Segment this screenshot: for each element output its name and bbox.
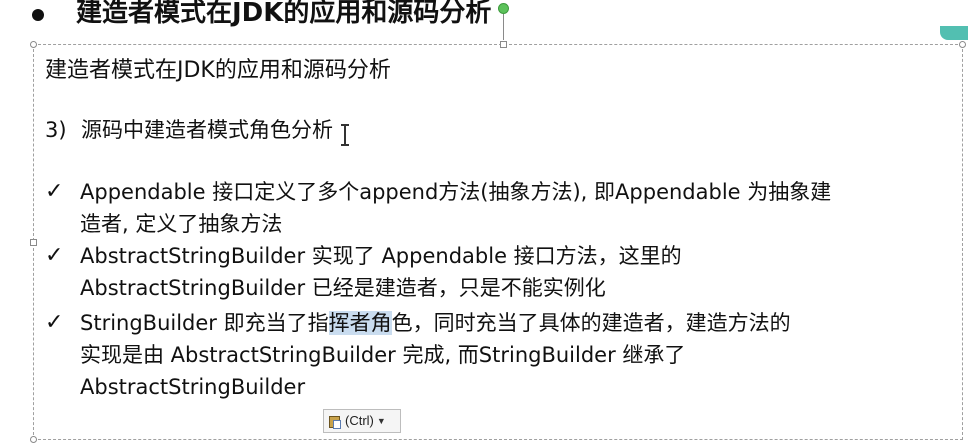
resize-handle-top-right[interactable] [959, 41, 966, 48]
list-item-line: StringBuilder 即充当了指挥者角色，同时充当了具体的建造者，建造方法… [80, 307, 960, 339]
slide-heading: 建造者模式在JDK的应用和源码分析 [0, 0, 968, 36]
text-run: 色，同时充当了具体的建造者，建造方法的 [391, 311, 791, 335]
rotate-handle[interactable] [498, 3, 509, 14]
text-cursor-icon [341, 124, 349, 146]
section-number: 3) [45, 118, 67, 142]
textbox-title[interactable]: 建造者模式在JDK的应用和源码分析 [45, 56, 391, 86]
list-item-line: 造者, 定义了抽象方法 [80, 212, 283, 236]
list-item-line: AbstractStringBuilder 已经是建造者，只是不能实例化 [80, 276, 606, 300]
slide-title[interactable]: 建造者模式在JDK的应用和源码分析 [76, 0, 491, 32]
list-item[interactable]: ✓ StringBuilder 即充当了指挥者角色，同时充当了具体的建造者，建造… [45, 307, 960, 403]
list-item-line: 实现是由 AbstractStringBuilder 完成, 而StringBu… [80, 343, 686, 367]
list-item[interactable]: ✓ AbstractStringBuilder 实现了 Appendable 接… [45, 240, 960, 304]
list-item-line: AbstractStringBuilder 实现了 Appendable 接口方… [80, 244, 682, 268]
text-run: StringBuilder 即充当了指 [80, 311, 329, 335]
resize-handle-bottom-left[interactable] [30, 436, 37, 443]
paste-options-label: (Ctrl) [345, 413, 374, 428]
checkmark-icon: ✓ [45, 243, 64, 268]
resize-handle-top-left[interactable] [30, 41, 37, 48]
list-item-line: Appendable 接口定义了多个append方法(抽象方法), 即Appen… [80, 180, 832, 204]
selected-text[interactable]: 挥者角 [328, 311, 392, 335]
window-edge-accent [940, 26, 968, 40]
chevron-down-icon: ▼ [376, 416, 386, 426]
section-title: 源码中建造者模式角色分析 [81, 118, 333, 142]
rotate-handle-stem [503, 14, 504, 40]
resize-handle-top[interactable] [500, 41, 507, 48]
bullet-icon [32, 9, 44, 21]
paste-options-button[interactable]: (Ctrl) ▼ [323, 409, 401, 433]
section-heading[interactable]: 3) 源码中建造者模式角色分析 [45, 115, 333, 145]
checkmark-icon: ✓ [45, 310, 64, 335]
list-item[interactable]: ✓ Appendable 接口定义了多个append方法(抽象方法), 即App… [45, 176, 960, 240]
list-item-line: AbstractStringBuilder [80, 375, 306, 399]
checkmark-icon: ✓ [45, 179, 64, 204]
clipboard-icon [328, 414, 342, 429]
resize-handle-left[interactable] [30, 239, 37, 246]
